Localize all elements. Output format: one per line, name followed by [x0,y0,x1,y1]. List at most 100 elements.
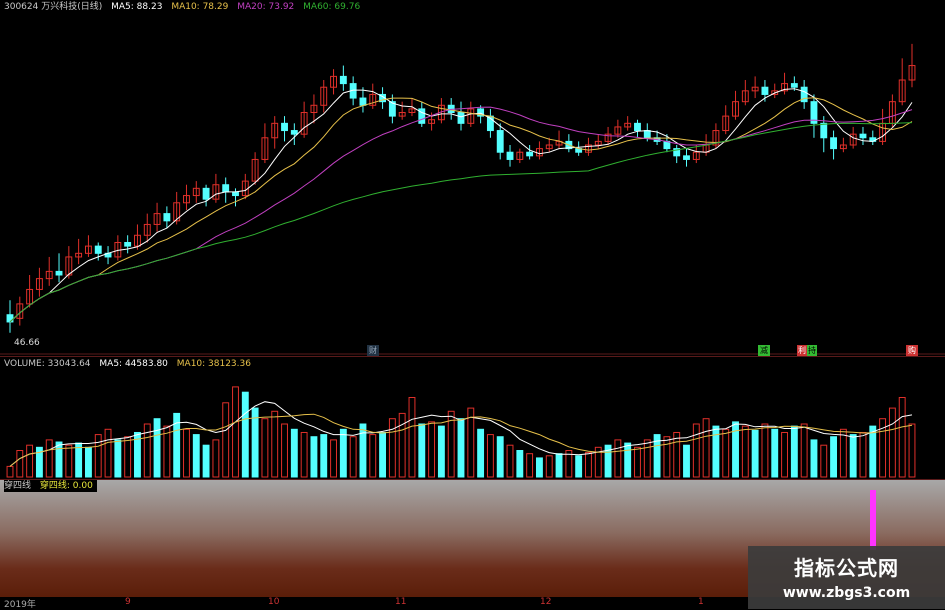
volume-bar [290,428,298,478]
candle-body [163,213,171,222]
volume-bar [271,410,279,478]
volume-bar [26,444,34,478]
volume-bar [516,450,524,478]
volume-bar [94,434,102,478]
volume-bar [555,453,563,478]
candle-body [761,86,769,95]
volume-bar [634,446,641,478]
volume-bar [820,444,828,478]
volume-ma10-readout: MA10: 38123.36 [176,359,251,369]
time-tick: 1 [698,597,704,607]
candle-body [6,314,14,323]
volume-bar [467,407,475,478]
volume-ma5-readout: MA5: 44583.80 [99,359,168,369]
volume-bar [281,423,288,478]
volume-bar [585,452,592,478]
volume-bar [692,423,700,478]
volume-bar [535,457,543,478]
volume-bar [457,418,465,478]
volume-bar [330,439,337,478]
low-price-label: 46.66 [14,338,40,348]
volume-bar [261,418,269,478]
volume-bar [908,423,916,478]
volume-bar [898,397,906,478]
volume-bar [222,402,230,478]
volume-bar [349,436,357,478]
candle-body [496,130,504,153]
volume-bar [888,407,896,478]
volume-bar [526,453,534,478]
volume-bar [830,436,838,478]
volume-bar [65,444,73,478]
volume-bar [437,425,445,478]
price-chart-panel[interactable]: 300624 万兴科技(日线) MA5: 88.23 MA10: 78.29 M… [0,0,945,356]
volume-bar [45,439,53,478]
volume-bar [859,431,867,478]
event-marker-financial[interactable]: 财 [367,345,379,356]
volume-bar [506,444,514,478]
time-tick: 12 [540,597,552,607]
candlestick-chart[interactable] [0,0,945,355]
volume-bar [359,423,367,478]
symbol-title: 300624 万兴科技(日线) [4,2,103,12]
watermark-title: 指标公式网 [794,556,899,580]
volume-bars[interactable] [0,357,945,479]
event-marker-buyback[interactable]: 购 [906,345,918,356]
volume-bar [702,418,710,478]
volume-bar [849,434,857,478]
volume-bar [722,428,730,478]
volume-bar [212,439,220,478]
volume-bar [663,436,671,478]
volume-bar [477,428,485,478]
event-marker-hold[interactable]: 持 [807,345,817,356]
candle-body [124,242,132,247]
volume-bar [751,429,759,478]
event-marker-reduce[interactable]: 减 [758,345,770,356]
volume-bar [183,428,190,478]
volume-bar [310,436,318,478]
volume-bar [624,442,632,478]
ma10-readout: MA10: 78.29 [171,2,229,12]
volume-chart-panel[interactable]: VOLUME: 33043.64 MA5: 44583.80 MA10: 381… [0,356,945,479]
volume-bar [781,431,788,478]
ma5-readout: MA5: 88.23 [111,2,163,12]
volume-bar [84,446,92,478]
volume-bar [771,428,779,478]
candle-body [359,97,367,106]
watermark-url: www.zbgs3.com [782,585,911,601]
volume-bar [869,425,877,478]
volume-bar [418,423,426,478]
volume-bar [761,423,769,478]
volume-bar [575,455,583,478]
volume-bar [114,439,122,478]
candle-body [290,130,298,135]
candle-body [457,112,465,124]
volume-bar [232,386,239,478]
volume-bar [741,425,749,478]
volume-bar [16,450,24,478]
volume-bar [369,434,377,478]
watermark: 指标公式网 www.zbgs3.com [748,546,945,609]
candle-body [643,130,651,139]
volume-readout: VOLUME: 33043.64 [4,359,91,369]
volume-bar [408,397,416,478]
indicator-header: 穿四线 穿四线: 0.00 [4,480,97,492]
volume-bar [124,436,132,478]
volume-bar [839,428,847,478]
candle-body [634,122,641,132]
volume-bar [55,441,63,478]
indicator-signal-bar [870,490,876,550]
volume-bar [192,434,200,478]
volume-bar [545,455,553,478]
candle-body [202,187,210,200]
event-marker-profit[interactable]: 利 [797,345,807,356]
volume-bar [379,431,387,478]
volume-bar [643,439,651,478]
indicator-value: 穿四线: 0.00 [39,481,93,491]
indicator-name: 穿四线 [4,481,32,491]
volume-bar [320,434,328,478]
price-header: 300624 万兴科技(日线) MA5: 88.23 MA10: 78.29 M… [4,1,366,13]
volume-header: VOLUME: 33043.64 MA5: 44583.80 MA10: 381… [4,358,257,370]
volume-bar [800,423,808,478]
volume-bar [6,465,14,478]
